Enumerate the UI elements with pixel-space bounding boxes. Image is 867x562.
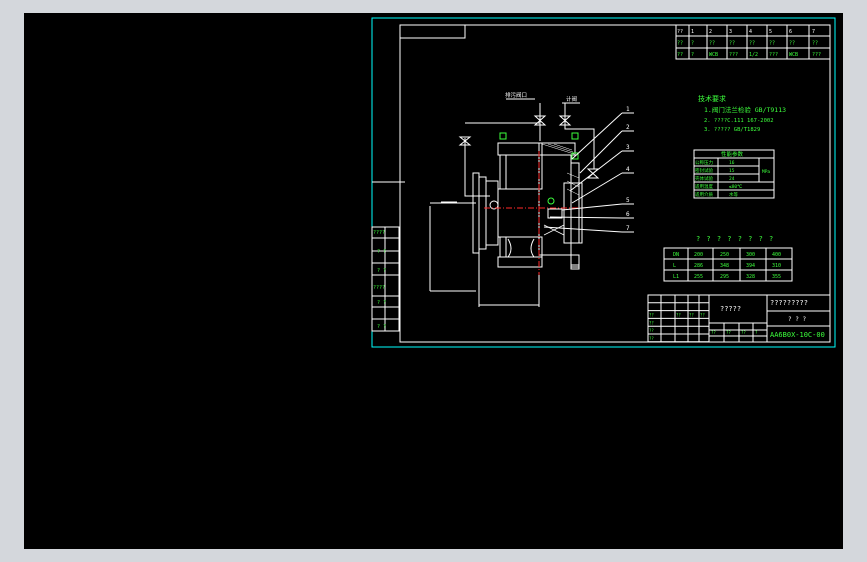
dim-cell: 200	[694, 252, 703, 258]
revision-cell: ??	[677, 52, 683, 58]
dim-cell: 300	[746, 252, 755, 258]
strip-label: ? ?	[377, 300, 386, 306]
revision-cell: ???	[769, 52, 778, 58]
dim-cell: L1	[673, 274, 679, 280]
part-number-label: 5	[626, 197, 630, 204]
perf-cell: ≤80℃	[729, 184, 743, 190]
perf-cell: 壳体试验	[695, 175, 713, 182]
tb-company: ?????????	[770, 299, 808, 307]
valve-drawing: 排污阀口 计阀 1 2 3 4 5 6 7	[429, 91, 634, 307]
dim-table-title: ? ? ? ? ? ? ? ?	[696, 235, 774, 243]
dim-cell: L	[673, 263, 676, 269]
title-block-scale-cell: ??	[726, 330, 731, 335]
revision-cell: 4	[749, 29, 752, 35]
dim-cell: 400	[772, 252, 781, 258]
title-block-cell: ??	[649, 320, 654, 325]
title-block-cell: ??	[689, 313, 694, 318]
dim-cell: DN	[673, 252, 679, 258]
tech-notes: 技术要求 1.阀门法兰检验 GB/T9113 2. ????C.111 167-…	[698, 94, 786, 133]
perf-cell: 水等	[729, 191, 738, 198]
revision-cell: 1/2	[749, 52, 758, 58]
code-box	[399, 24, 466, 39]
title-block-scale-cell: ??	[711, 330, 716, 335]
title-block-cell: ??	[700, 313, 705, 318]
revision-cell: ???	[812, 52, 821, 58]
perf-cell: 密封试验	[695, 167, 713, 174]
perf-cell: 24	[729, 176, 735, 182]
title-block-cell: ??	[649, 313, 654, 318]
revision-cell: ??	[769, 41, 775, 47]
revision-cell: ??	[709, 41, 715, 47]
revision-cell: 3	[729, 29, 732, 35]
performance-table: 性能参数 公称压力 16 密封试验 15 MPa 壳体试验 24 适用温度 ≤80℃ 适用介质 水等	[693, 149, 775, 199]
part-number-label: 2	[626, 124, 630, 131]
tech-note-line: 2. ????C.111 167-2002	[704, 118, 774, 124]
part-number-label: 7	[626, 225, 630, 232]
strip-label: ? ?	[377, 268, 386, 274]
dim-cell: 394	[746, 263, 755, 269]
perf-title: 性能参数	[721, 150, 744, 158]
dim-cell: 295	[720, 274, 729, 280]
tb-drawing-number: AA6B0X-10C-00	[770, 331, 825, 339]
valve-label-right: 计阀	[566, 95, 577, 103]
dim-cell: 286	[694, 263, 703, 269]
revision-cell: ??	[812, 41, 818, 47]
revision-cell: 1	[691, 29, 694, 35]
strip-label: ????	[373, 230, 385, 236]
revision-cell: 6	[789, 29, 792, 35]
revision-cell: ???	[729, 52, 738, 58]
title-block-cell: ??	[649, 328, 654, 333]
title-block: ????????????????????? ????????? ????? ? …	[647, 294, 831, 343]
drawing-canvas: ???? ? ? ? ? ???? ? ? ? ? ?? 1 2 3 4 5 6 7?????…	[371, 17, 836, 348]
title-block-cell: ??	[649, 336, 654, 341]
strip-label: ? ?	[377, 324, 386, 330]
tech-notes-title: 技术要求	[698, 94, 726, 103]
tech-note-line: 1.阀门法兰检验 GB/T9113	[704, 105, 786, 114]
revision-cell: ?	[691, 52, 694, 58]
perf-cell: 15	[729, 168, 735, 174]
part-number-label: 6	[626, 211, 630, 218]
dim-cell: 355	[772, 274, 781, 280]
title-block-scale-cell: ?	[755, 330, 758, 335]
part-number-label: 4	[626, 166, 630, 173]
perf-cell: 适用介质	[695, 191, 713, 198]
perf-cell: 适用温度	[695, 183, 713, 190]
perf-unit: MPa	[762, 169, 770, 175]
strip-label: ????	[373, 285, 385, 291]
part-number-label: 1	[626, 106, 630, 113]
dim-cell: 348	[720, 263, 729, 269]
revision-cell: 7	[812, 29, 815, 35]
title-block-scale-cell: ??	[741, 330, 746, 335]
revision-cell: ??	[677, 41, 683, 47]
revision-cell: ?	[691, 41, 694, 47]
tech-note-line: 3. ????? GB/T1829	[704, 127, 760, 133]
revision-cell: 2	[709, 29, 712, 35]
cad-viewport[interactable]: ???? ? ? ? ? ???? ? ? ? ? ?? 1 2 3 4 5 6 7?????…	[24, 13, 843, 549]
revision-cell: ??	[677, 29, 683, 35]
perf-cell: 16	[729, 160, 735, 166]
revision-cell: ??	[789, 41, 795, 47]
revision-cell: 5	[769, 29, 772, 35]
tb-drawing-title: ?????	[720, 305, 741, 313]
tb-subtitle: ? ? ?	[788, 316, 806, 323]
dim-cell: 250	[720, 252, 729, 258]
dim-cell: 310	[772, 263, 781, 269]
revision-cell: ??	[749, 41, 755, 47]
revision-cell: WCB	[709, 52, 718, 58]
revision-cell: ??	[729, 41, 735, 47]
dim-cell: 328	[746, 274, 755, 280]
perf-cell: 公称压力	[695, 159, 713, 166]
revision-cell: WCB	[789, 52, 798, 58]
title-block-cell: ??	[676, 313, 681, 318]
dimension-table: ? ? ? ? ? ? ? ? DN 200 250 300 400 L 286 348 394…	[663, 235, 793, 282]
dim-cell: 255	[694, 274, 703, 280]
revision-table: ?? 1 2 3 4 5 6 7?????????????????? WCB??? 1/2??? W…	[675, 24, 831, 60]
part-number-label: 3	[626, 144, 630, 151]
strip-label: ? ?	[377, 249, 386, 255]
valve-label-left: 排污阀口	[505, 91, 527, 99]
